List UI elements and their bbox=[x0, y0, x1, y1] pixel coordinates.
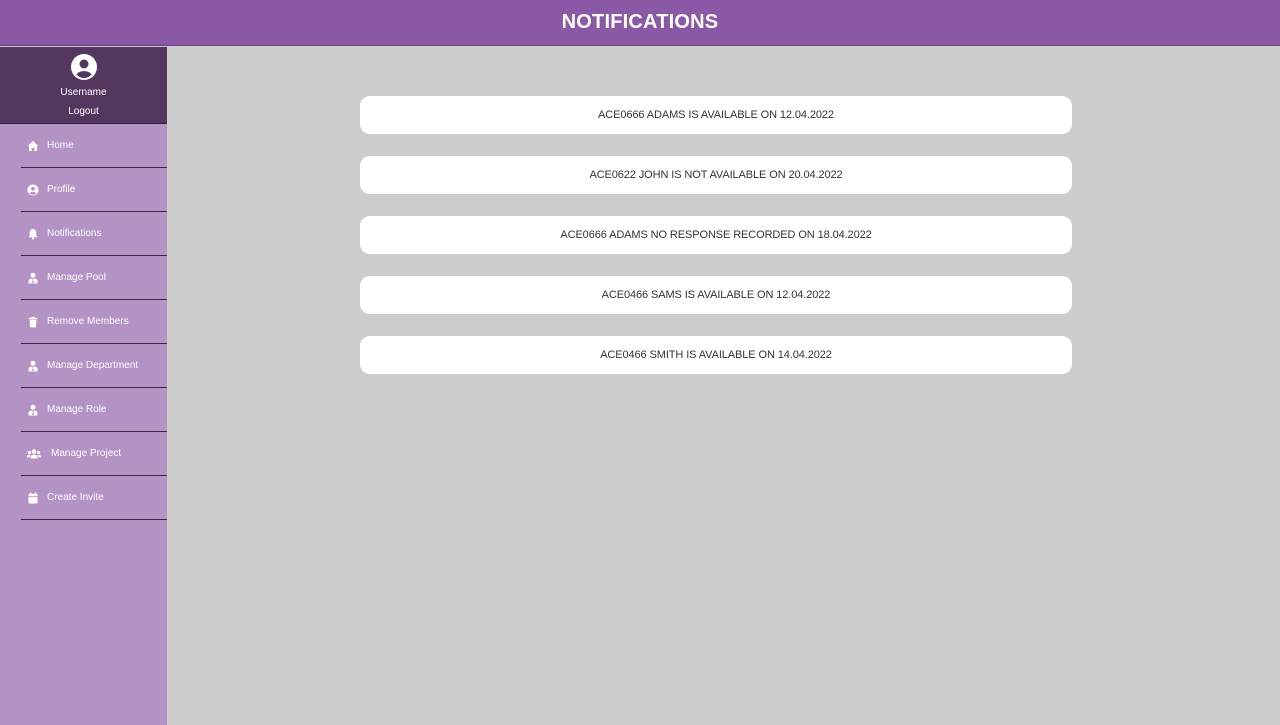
notification-item[interactable]: ACE0666 ADAMS IS AVAILABLE ON 12.04.2022 bbox=[360, 96, 1072, 134]
sidebar-item-remove-members[interactable]: Remove Members bbox=[21, 300, 167, 344]
notification-item[interactable]: ACE0466 SMITH IS AVAILABLE ON 14.04.2022 bbox=[360, 336, 1072, 374]
username-label: Username bbox=[60, 87, 107, 98]
sidebar-item-manage-project[interactable]: Manage Project bbox=[21, 432, 167, 476]
sidebar-item-label: Manage Department bbox=[47, 360, 139, 371]
trash-icon bbox=[27, 316, 39, 328]
sidebar-item-label: Manage Project bbox=[51, 448, 122, 459]
notification-item[interactable]: ACE0622 JOHN IS NOT AVAILABLE ON 20.04.2… bbox=[360, 156, 1072, 194]
sidebar-item-manage-pool[interactable]: Manage Pool bbox=[21, 256, 167, 300]
home-icon bbox=[27, 140, 39, 152]
sidebar-item-create-invite[interactable]: Create Invite bbox=[21, 476, 167, 520]
bell-icon bbox=[27, 228, 39, 240]
sidebar-item-home[interactable]: Home bbox=[21, 124, 167, 168]
logout-link[interactable]: Logout bbox=[68, 106, 99, 117]
sidebar-item-label: Manage Role bbox=[47, 404, 107, 415]
notification-list: ACE0666 ADAMS IS AVAILABLE ON 12.04.2022… bbox=[360, 96, 1072, 396]
sidebar-item-label: Home bbox=[47, 140, 74, 151]
sidebar-item-label: Notifications bbox=[47, 228, 102, 239]
user-tie-icon bbox=[27, 272, 39, 284]
app-header: NOTIFICATIONS bbox=[0, 0, 1280, 46]
sidebar-item-label: Manage Pool bbox=[47, 272, 106, 283]
main-content: ACE0666 ADAMS IS AVAILABLE ON 12.04.2022… bbox=[167, 47, 1280, 725]
user-panel: Username Logout bbox=[0, 47, 167, 124]
sidebar-nav: Home Profile Notifications Manage Pool R… bbox=[0, 124, 167, 520]
notification-item[interactable]: ACE0666 ADAMS NO RESPONSE RECORDED ON 18… bbox=[360, 216, 1072, 254]
user-circle-icon bbox=[27, 184, 39, 196]
page-title: NOTIFICATIONS bbox=[561, 11, 719, 33]
sidebar-item-profile[interactable]: Profile bbox=[21, 168, 167, 212]
sidebar: Username Logout Home Profile Notificatio… bbox=[0, 47, 167, 725]
user-tie-icon bbox=[27, 360, 39, 372]
sidebar-item-label: Remove Members bbox=[47, 316, 129, 327]
sidebar-item-label: Create Invite bbox=[47, 492, 104, 503]
sidebar-item-label: Profile bbox=[47, 184, 76, 195]
sidebar-item-notifications[interactable]: Notifications bbox=[21, 212, 167, 256]
sidebar-item-manage-department[interactable]: Manage Department bbox=[21, 344, 167, 388]
user-circle-icon bbox=[70, 54, 97, 80]
user-tie-icon bbox=[27, 404, 39, 416]
calendar-icon bbox=[27, 492, 39, 504]
notification-item[interactable]: ACE0466 SAMS IS AVAILABLE ON 12.04.2022 bbox=[360, 276, 1072, 314]
sidebar-item-manage-role[interactable]: Manage Role bbox=[21, 388, 167, 432]
users-icon bbox=[27, 448, 41, 460]
